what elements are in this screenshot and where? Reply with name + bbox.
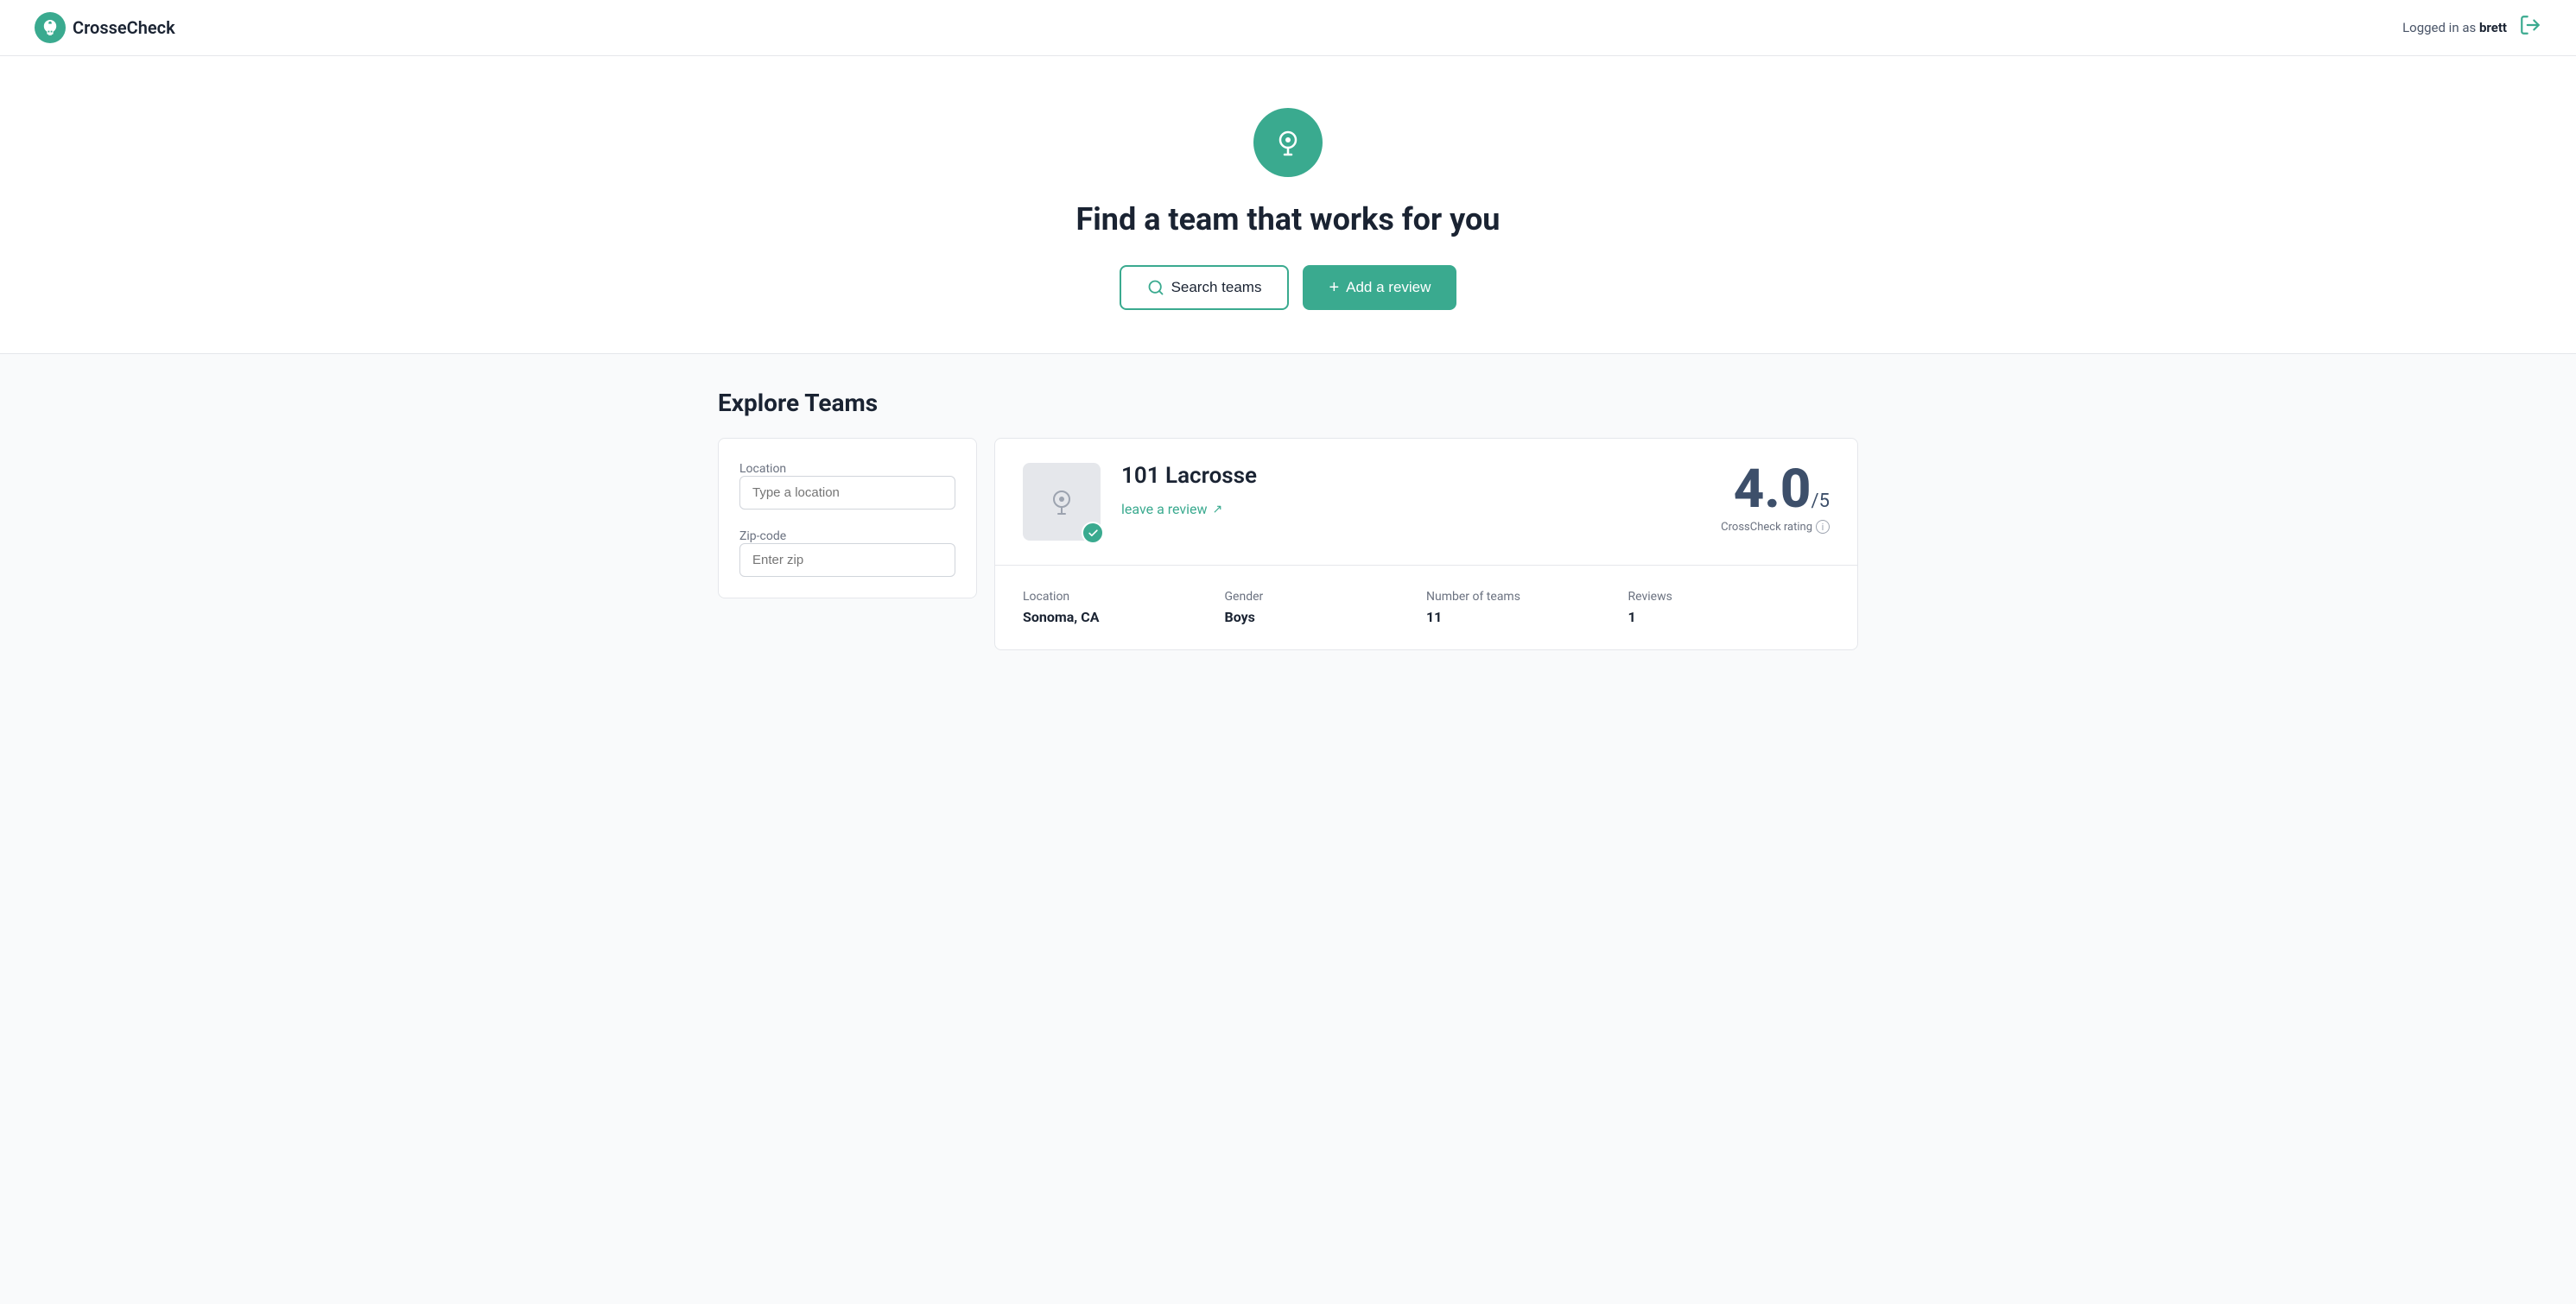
main-content: Explore Teams Location Zip-code (683, 354, 1893, 685)
rating-label: CrossCheck rating i (1721, 520, 1830, 534)
detail-value: Sonoma, CA (1023, 609, 1225, 625)
logo-text: CrosseCheck (73, 17, 175, 38)
username: brett (2479, 20, 2507, 35)
team-header: 101 Lacrosse leave a review ↗ 4.0/5 Cros… (995, 439, 1857, 566)
zip-input[interactable] (739, 543, 955, 577)
detail-value: 11 (1426, 609, 1628, 625)
logo-area: CrosseCheck (35, 12, 175, 43)
team-logo (1023, 463, 1101, 541)
header: CrosseCheck Logged in as brett (0, 0, 2576, 56)
team-details: Location Sonoma, CA Gender Boys Number o… (995, 566, 1857, 649)
logged-in-label: Logged in as brett (2402, 20, 2507, 35)
rating-denom: /5 (1811, 491, 1830, 512)
plus-icon: + (1329, 278, 1339, 298)
hero-section: Find a team that works for you Search te… (0, 56, 2576, 354)
team-name: 101 Lacrosse (1121, 463, 1721, 489)
detail-col: Reviews 1 (1628, 583, 1830, 632)
verified-badge (1082, 522, 1104, 544)
info-icon[interactable]: i (1816, 520, 1830, 534)
add-review-button[interactable]: + Add a review (1303, 265, 1456, 310)
hero-buttons: Search teams + Add a review (1120, 265, 1457, 310)
search-teams-button[interactable]: Search teams (1120, 265, 1290, 310)
detail-label: Gender (1225, 590, 1427, 604)
detail-value: Boys (1225, 609, 1427, 625)
rating-number: 4.0 (1734, 458, 1811, 521)
zip-label: Zip-code (739, 529, 786, 543)
content-layout: Location Zip-code (718, 438, 1858, 650)
detail-label: Number of teams (1426, 590, 1628, 604)
location-input[interactable] (739, 476, 955, 510)
leave-review-link[interactable]: leave a review ↗ (1121, 501, 1721, 517)
detail-label: Location (1023, 590, 1225, 604)
detail-label: Reviews (1628, 590, 1830, 604)
search-icon (1147, 279, 1164, 296)
detail-col: Number of teams 11 (1426, 583, 1628, 632)
team-info: 101 Lacrosse leave a review ↗ (1121, 463, 1721, 517)
hero-logo-icon (1253, 108, 1323, 177)
header-right: Logged in as brett (2402, 14, 2541, 41)
detail-col: Gender Boys (1225, 583, 1427, 632)
rating-display: 4.0/5 (1721, 463, 1830, 516)
team-rating: 4.0/5 CrossCheck rating i (1721, 463, 1830, 534)
logo-icon (35, 12, 66, 43)
hero-title: Find a team that works for you (1076, 201, 1501, 237)
team-logo-placeholder (1043, 483, 1081, 521)
explore-title: Explore Teams (718, 389, 1858, 417)
sidebar-filters: Location Zip-code (718, 438, 977, 598)
arrow-icon: ↗ (1213, 503, 1223, 516)
detail-col: Location Sonoma, CA (1023, 583, 1225, 632)
logout-icon[interactable] (2519, 14, 2541, 41)
location-label: Location (739, 462, 786, 476)
detail-value: 1 (1628, 609, 1830, 625)
team-listing: 101 Lacrosse leave a review ↗ 4.0/5 Cros… (994, 438, 1858, 650)
